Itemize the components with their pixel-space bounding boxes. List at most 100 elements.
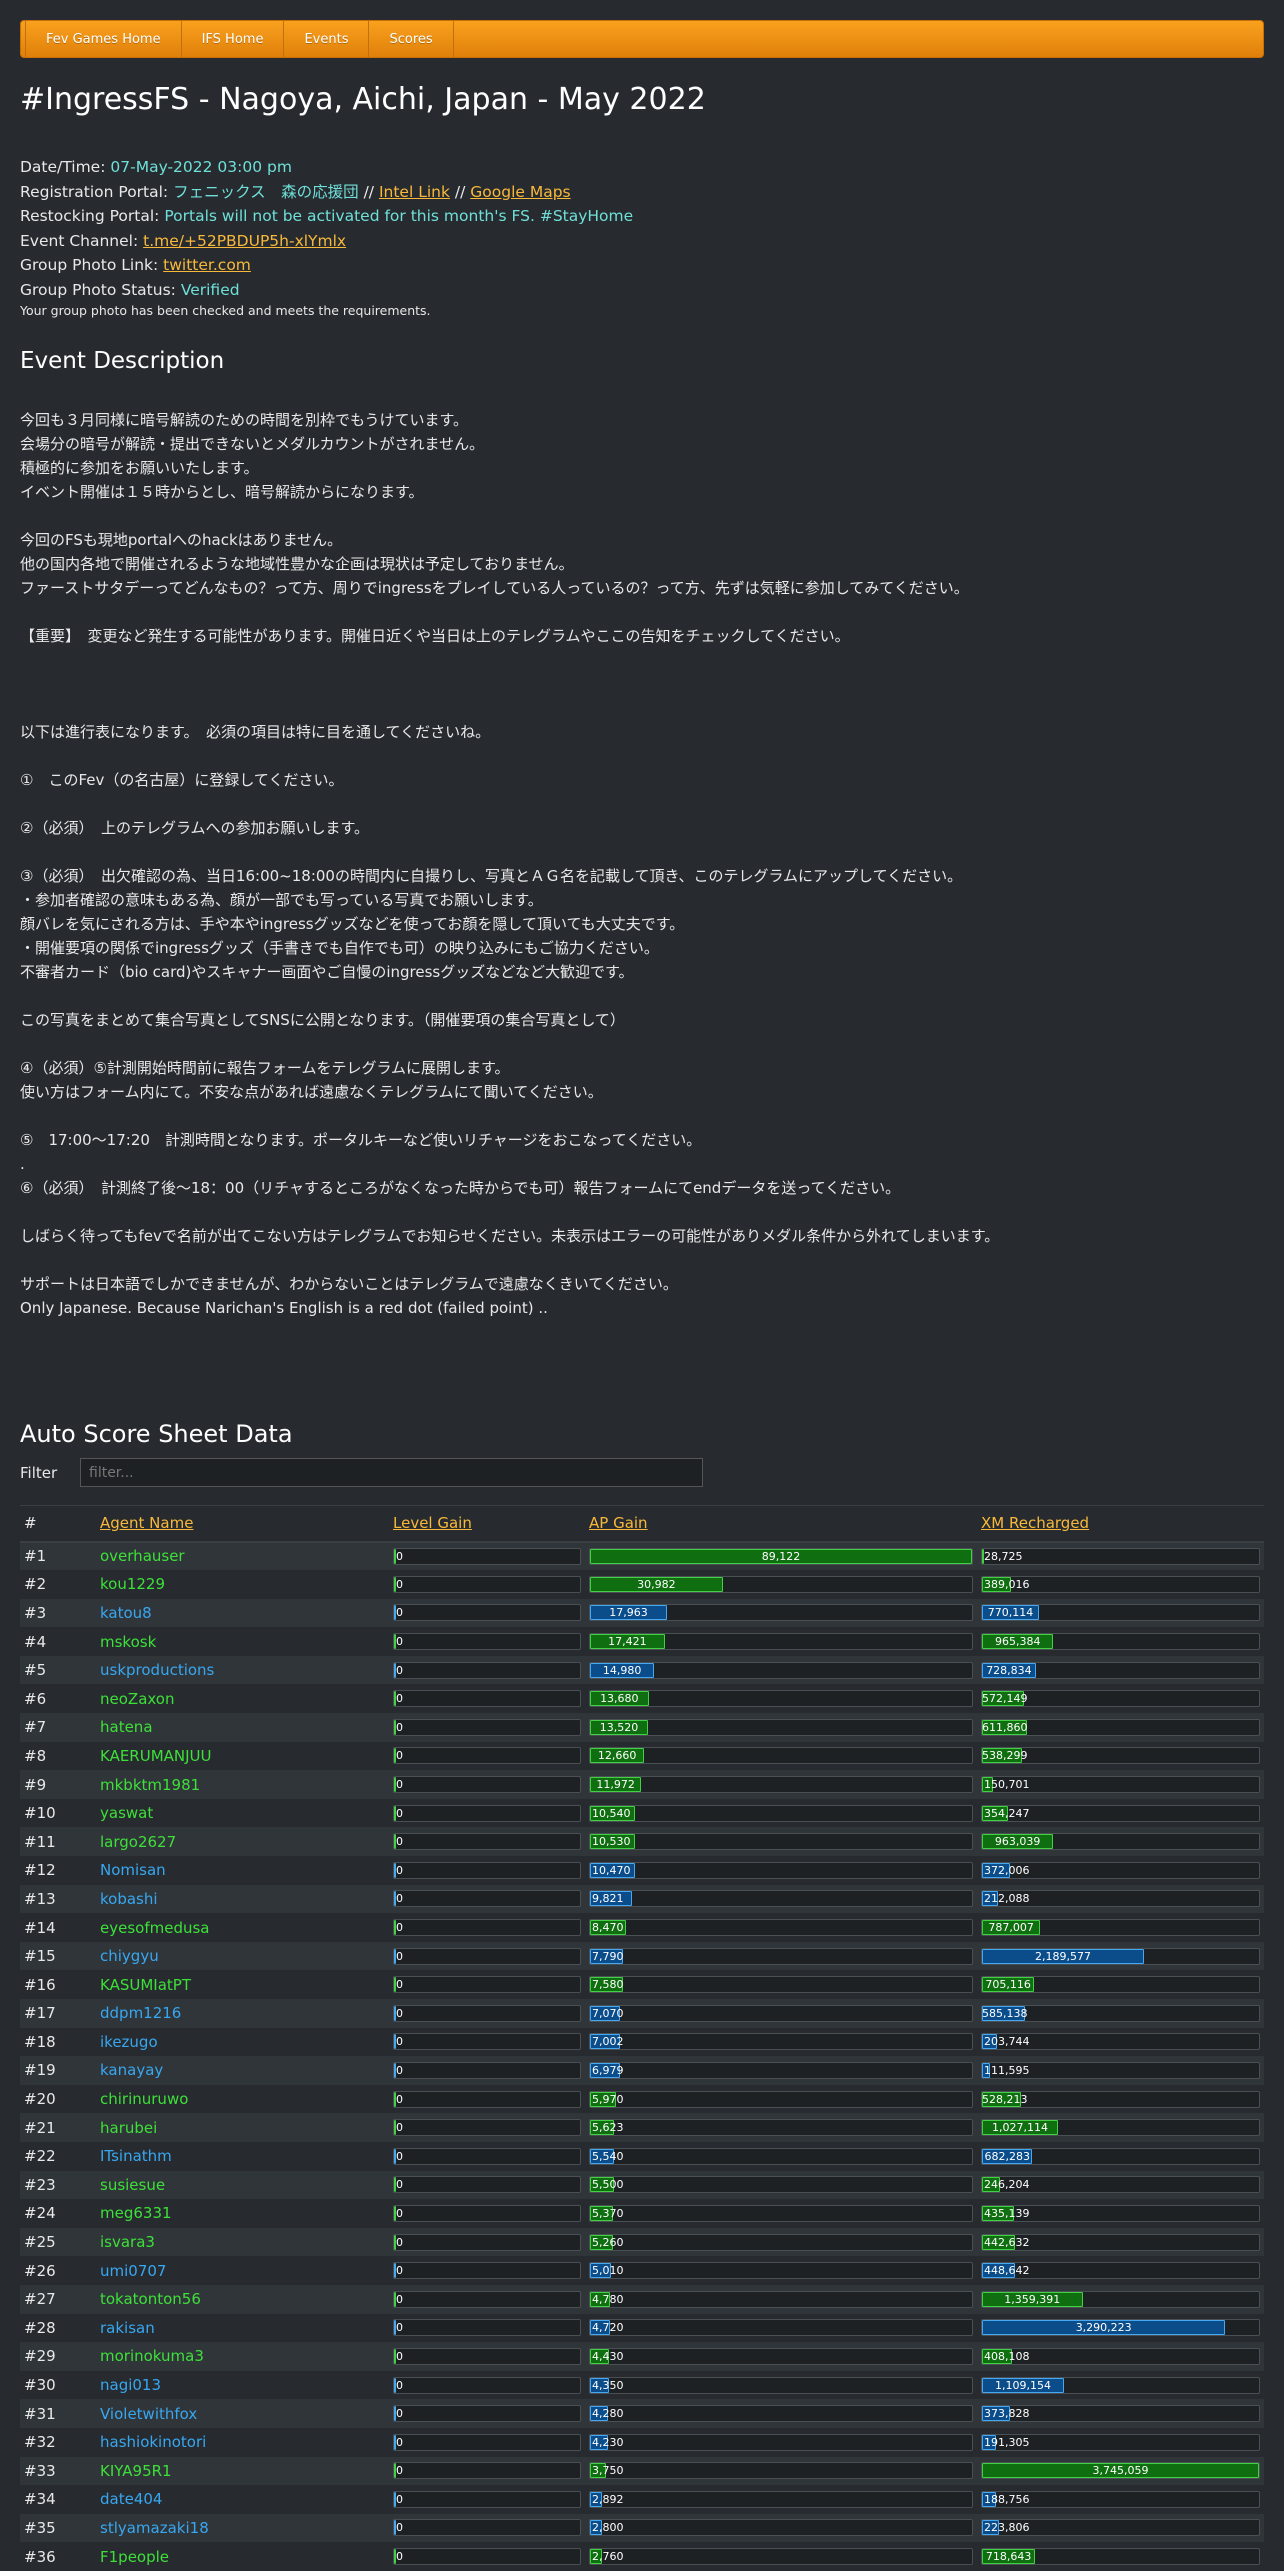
agent-name-cell: KIYA95R1 — [96, 2456, 389, 2486]
ap-gain-value: 6,979 — [592, 2063, 624, 2077]
xm-recharged-value: 963,039 — [994, 1835, 1041, 1849]
ap-gain-bar: 4,430 — [589, 2347, 973, 2365]
level-gain-cell: 0 — [389, 2342, 585, 2371]
xm-recharged-value: 2,189,577 — [1034, 1949, 1091, 1963]
level-gain-bar: 0 — [393, 2176, 581, 2194]
agent-name-cell: katou8 — [96, 1598, 389, 1628]
rank-cell: #2 — [20, 1570, 96, 1599]
google-maps-link[interactable]: Google Maps — [470, 183, 570, 201]
level-gain-value: 0 — [396, 1806, 403, 1820]
xm-recharged-bar: 2,189,577 — [981, 1947, 1260, 1965]
channel-link[interactable]: t.me/+52PBDUP5h-xlYmlx — [143, 232, 346, 250]
table-row: #5 uskproductions 0 14,980 728,834 — [20, 1655, 1264, 1685]
agent-name-cell: date404 — [96, 2485, 389, 2514]
level-gain-cell: 0 — [389, 2513, 585, 2543]
ap-gain-cell: 14,980 — [585, 1655, 977, 1685]
xm-recharged-value: 528,213 — [982, 2092, 1028, 2106]
photo-status-label: Group Photo Status: — [20, 280, 176, 299]
xm-recharged-value: 3,290,223 — [1075, 2321, 1132, 2335]
table-row: #17 ddpm1216 0 7,070 585,138 — [20, 1999, 1264, 2028]
ap-gain-cell: 2,800 — [585, 2513, 977, 2543]
table-row: #36 F1people 0 2,760 718,643 — [20, 2542, 1264, 2571]
xm-recharged-cell: 538,299 — [977, 1741, 1264, 1771]
agent-name-cell: mkbktm1981 — [96, 1770, 389, 1799]
registration-label: Registration Portal: — [20, 182, 169, 201]
ap-gain-bar: 2,800 — [589, 2519, 973, 2537]
photo-status-value: Verified — [180, 280, 240, 299]
ap-gain-cell: 5,540 — [585, 2141, 977, 2171]
ap-gain-value: 5,500 — [592, 2178, 624, 2192]
datetime-label: Date/Time: — [20, 158, 106, 176]
level-gain-cell: 0 — [389, 2141, 585, 2171]
filter-input[interactable] — [80, 1458, 703, 1487]
header-agent[interactable]: Agent Name — [96, 1505, 389, 1543]
nav-events[interactable]: Events — [284, 21, 370, 57]
rank-cell: #34 — [20, 2485, 96, 2514]
table-row: #13 kobashi 0 9,821 212,088 — [20, 1884, 1264, 1914]
rank-cell: #22 — [20, 2141, 96, 2171]
photo-link[interactable]: twitter.com — [163, 256, 251, 274]
ap-gain-cell: 7,002 — [585, 2027, 977, 2057]
score-table-body: #1 overhauser 0 89,122 28,725 #2 kou1229 0 30,98… — [20, 1541, 1264, 2571]
xm-recharged-cell: 354,247 — [977, 1798, 1264, 1828]
level-gain-bar: 0 — [393, 1747, 581, 1765]
page-title: #IngressFS - Nagoya, Aichi, Japan - May … — [20, 82, 706, 117]
xm-recharged-value: 682,283 — [984, 2149, 1030, 2163]
level-gain-cell: 0 — [389, 1913, 585, 1942]
table-row: #34 date404 0 2,892 188,756 — [20, 2485, 1264, 2514]
level-gain-value: 0 — [396, 2178, 403, 2192]
agent-name-cell: stlyamazaki18 — [96, 2513, 389, 2543]
nav-scores[interactable]: Scores — [369, 21, 454, 57]
table-row: #21 harubei 0 5,623 1,027,114 — [20, 2113, 1264, 2142]
xm-recharged-cell: 611,860 — [977, 1713, 1264, 1742]
ap-gain-value: 2,800 — [592, 2521, 624, 2535]
xm-recharged-value: 408,108 — [984, 2349, 1030, 2363]
ap-gain-cell: 6,979 — [585, 2056, 977, 2085]
level-gain-value: 0 — [396, 1577, 403, 1591]
level-gain-value: 0 — [396, 2492, 403, 2506]
table-row: #2 kou1229 0 30,982 389,016 — [20, 1570, 1264, 1599]
level-gain-bar: 0 — [393, 1776, 581, 1794]
header-rank: # — [20, 1505, 96, 1543]
agent-name-cell: chirinuruwo — [96, 2084, 389, 2114]
restocking-value: Portals will not be activated for this m… — [164, 207, 634, 225]
xm-recharged-cell: 705,116 — [977, 1970, 1264, 1999]
xm-recharged-cell: 787,007 — [977, 1913, 1264, 1942]
ap-gain-value: 5,010 — [592, 2264, 624, 2278]
xm-recharged-bar: 111,595 — [981, 2061, 1260, 2079]
xm-recharged-value: 212,088 — [984, 1892, 1030, 1906]
level-gain-value: 0 — [396, 2063, 403, 2077]
ap-gain-cell: 4,430 — [585, 2342, 977, 2371]
table-header-row: # Agent Name Level Gain AP Gain XM Recha… — [20, 1505, 1264, 1543]
level-gain-cell: 0 — [389, 2027, 585, 2057]
level-gain-value: 0 — [396, 2349, 403, 2363]
header-xm[interactable]: XM Recharged — [977, 1505, 1264, 1543]
rank-cell: #15 — [20, 1941, 96, 1971]
xm-recharged-value: 373,828 — [984, 2407, 1030, 2421]
ap-gain-value: 13,520 — [599, 1720, 639, 1734]
agent-name-cell: kou1229 — [96, 1570, 389, 1599]
table-row: #4 mskosk 0 17,421 965,384 — [20, 1627, 1264, 1656]
rank-cell: #23 — [20, 2170, 96, 2200]
table-row: #28 rakisan 0 4,720 3,290,223 — [20, 2313, 1264, 2343]
level-gain-value: 0 — [396, 1635, 403, 1649]
xm-recharged-cell: 3,745,059 — [977, 2456, 1264, 2486]
ap-gain-value: 3,750 — [592, 2464, 624, 2478]
table-row: #35 stlyamazaki18 0 2,800 223,806 — [20, 2513, 1264, 2543]
level-gain-cell: 0 — [389, 1827, 585, 1857]
description-heading: Event Description — [20, 348, 225, 374]
nav-fev-games-home[interactable]: Fev Games Home — [25, 21, 182, 57]
ap-gain-cell: 5,500 — [585, 2170, 977, 2200]
ap-gain-value: 89,122 — [761, 1549, 801, 1563]
level-gain-value: 0 — [396, 2521, 403, 2535]
xm-recharged-cell: 770,114 — [977, 1598, 1264, 1628]
intel-link[interactable]: Intel Link — [379, 183, 450, 201]
level-gain-value: 0 — [396, 2407, 403, 2421]
level-gain-cell: 0 — [389, 2284, 585, 2314]
header-level[interactable]: Level Gain — [389, 1505, 585, 1543]
agent-name-cell: umi0707 — [96, 2256, 389, 2285]
xm-recharged-bar: 728,834 — [981, 1661, 1260, 1679]
nav-ifs-home[interactable]: IFS Home — [182, 21, 285, 57]
rank-cell: #19 — [20, 2056, 96, 2085]
header-ap[interactable]: AP Gain — [585, 1505, 977, 1543]
